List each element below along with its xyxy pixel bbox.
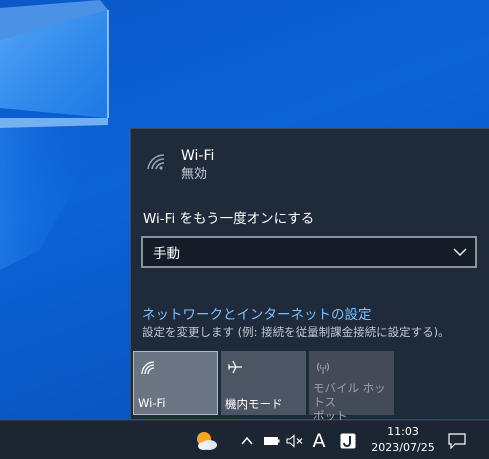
ime-mode-indicator[interactable]: A: [308, 421, 330, 459]
wifi-name: Wi-Fi: [181, 148, 215, 164]
volume-muted-icon: [286, 433, 303, 448]
hotspot-icon: [316, 362, 330, 374]
notification-icon: [448, 432, 466, 449]
system-clock[interactable]: 11:03 2023/07/25: [368, 424, 438, 456]
chevron-down-icon: [453, 248, 467, 256]
wifi-off-icon: [147, 154, 165, 170]
airplane-icon: [227, 360, 242, 374]
ime-app-button[interactable]: [337, 421, 359, 459]
volume-button[interactable]: [284, 421, 306, 459]
weather-icon: [197, 431, 217, 450]
battery-button[interactable]: [262, 421, 282, 459]
airplane-mode-tile-label: 機内モード: [225, 397, 283, 411]
clock-time: 11:03: [387, 425, 419, 438]
chevron-up-icon: [241, 436, 253, 444]
taskbar: A 11:03 2023/07/25: [0, 420, 489, 459]
network-flyout: Wi-Fi 無効 Wi-Fi をもう一度オンにする 手動 ネットワークとインター…: [130, 128, 489, 423]
wifi-tile[interactable]: Wi-Fi: [133, 351, 218, 415]
airplane-mode-tile[interactable]: 機内モード: [221, 351, 306, 415]
turn-wifi-on-dropdown[interactable]: 手動: [141, 236, 477, 268]
mobile-hotspot-tile[interactable]: モバイル ホットス ポット: [309, 351, 394, 423]
show-hidden-icons-button[interactable]: [238, 421, 256, 459]
clock-date: 2023/07/25: [371, 441, 435, 454]
quick-action-tiles: Wi-Fi 機内モード モバイル ホットス ポット: [133, 351, 394, 423]
network-settings-description: 設定を変更します (例: 接続を従量制課金接続に設定する)。: [142, 325, 450, 339]
ime-mode-label: A: [312, 429, 326, 452]
wifi-status: 無効: [181, 167, 208, 182]
weather-widget[interactable]: [192, 421, 220, 459]
battery-icon: [264, 436, 280, 445]
wifi-network-item[interactable]: Wi-Fi 無効: [145, 147, 214, 184]
turn-wifi-on-label: Wi-Fi をもう一度オンにする: [143, 211, 315, 227]
notification-center-button[interactable]: [446, 421, 468, 459]
wifi-tile-label: Wi-Fi: [138, 396, 166, 410]
mobile-hotspot-tile-label: モバイル ホットス ポット: [313, 381, 386, 423]
turn-wifi-on-value: 手動: [153, 246, 180, 262]
ime-app-icon: [340, 433, 356, 448]
network-settings-link[interactable]: ネットワークとインターネットの設定: [142, 303, 372, 323]
wifi-icon: [141, 361, 155, 375]
